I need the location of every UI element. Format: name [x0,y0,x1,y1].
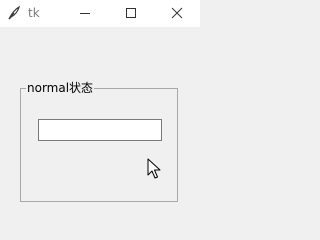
text-entry[interactable] [38,119,162,141]
window-title: tk [28,6,40,20]
labelframe: normal状态 [20,80,178,202]
labelframe-label: normal状态 [26,80,95,96]
window-client-area: normal状态 [0,27,200,229]
close-button[interactable] [154,0,200,27]
maximize-button[interactable] [108,0,154,27]
title-bar[interactable]: tk [0,0,200,27]
minimize-button[interactable] [62,0,108,27]
mouse-pointer-icon [147,158,163,180]
feather-icon [6,5,22,21]
minimize-icon [80,13,90,14]
maximize-icon [126,8,136,18]
close-icon [171,7,183,19]
